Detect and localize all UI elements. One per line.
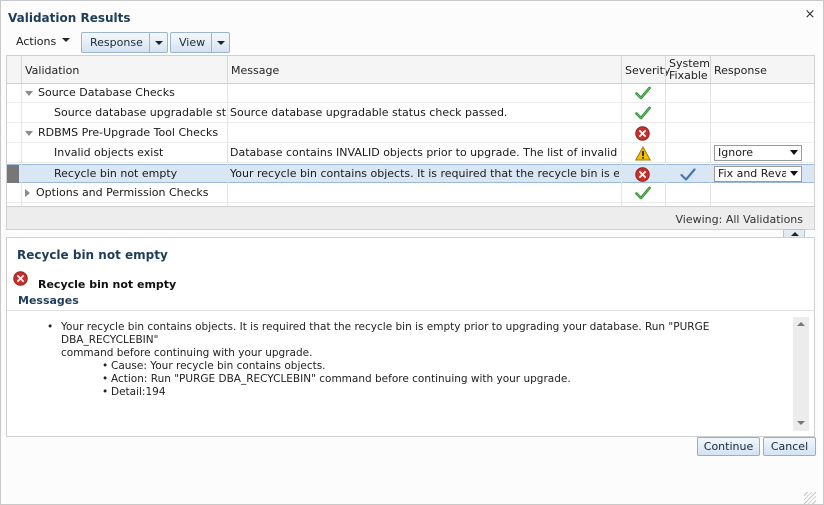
fixable-check-icon [680, 168, 696, 184]
details-title: Recycle bin not empty [17, 248, 168, 262]
message-detail: Detail:194 [102, 386, 767, 399]
message-sub-list: Cause: Your recycle bin contains objects… [102, 360, 767, 399]
response-button[interactable]: Response [81, 32, 150, 53]
toolbar: Actions Response View [6, 31, 815, 54]
cell-validation: Source Database Checks [25, 84, 225, 103]
check-icon [635, 186, 651, 203]
validation-text: Invalid objects exist [54, 146, 164, 159]
cell-validation: RDBMS Pre-Upgrade Tool Checks [25, 124, 225, 143]
details-subtitle: Recycle bin not empty [38, 278, 177, 291]
response-select-value: Ignore [718, 146, 753, 159]
message-line-2: command before continuing with your upgr… [61, 347, 313, 359]
row-selected-marker [7, 165, 19, 183]
chevron-down-icon [790, 150, 798, 155]
table-header: Validation Message Severity System Fixab… [7, 56, 814, 84]
check-icon [635, 86, 651, 103]
view-button[interactable]: View [170, 32, 212, 53]
actions-menu[interactable]: Actions [10, 32, 76, 53]
cell-message: Database contains INVALID objects prior … [230, 146, 619, 159]
messages-scrollbar[interactable] [793, 317, 809, 431]
error-icon [635, 126, 650, 144]
validation-text: Source database upgradable status [54, 106, 226, 119]
message-cause: Cause: Your recycle bin contains objects… [102, 360, 767, 373]
validation-text: Options and Permission Checks [36, 186, 209, 199]
validation-results-dialog: Validation Results × Actions Response Vi… [0, 0, 824, 505]
check-icon [635, 106, 651, 123]
validation-text: Recycle bin not empty [54, 167, 178, 180]
header-system-fixable[interactable]: System Fixable [665, 56, 710, 84]
validation-table: Validation Message Severity System Fixab… [6, 55, 815, 230]
close-icon[interactable]: × [804, 8, 816, 21]
table-row[interactable]: Source database upgradable status Source … [7, 104, 814, 123]
messages-label: Messages [18, 294, 79, 307]
header-system-fixable-line2: Fixable [669, 69, 708, 82]
table-body: Source Database Checks Source database up… [7, 84, 814, 229]
header-spacer [7, 56, 21, 84]
viewing-bar: Viewing: All Validations [7, 206, 814, 229]
header-message[interactable]: Message [227, 56, 621, 84]
header-response[interactable]: Response [710, 56, 814, 84]
view-dropdown-icon[interactable] [212, 32, 230, 53]
dialog-title: Validation Results [8, 11, 131, 25]
validation-text: RDBMS Pre-Upgrade Tool Checks [38, 126, 219, 139]
cell-validation: Source database upgradable status [54, 104, 226, 123]
chevron-down-icon [790, 171, 798, 176]
expanded-triangle-icon[interactable] [25, 90, 33, 96]
header-validation[interactable]: Validation [21, 56, 227, 84]
details-panel: Recycle bin not empty Recycle bin not em… [6, 237, 815, 437]
expanded-triangle-icon[interactable] [25, 130, 33, 136]
list-item: Your recycle bin contains objects. It is… [47, 321, 767, 360]
validation-text: Source Database Checks [38, 86, 175, 99]
table-row[interactable]: Options and Permission Checks [7, 184, 814, 203]
header-severity[interactable]: Severity [621, 56, 670, 84]
cancel-button[interactable]: Cancel [763, 437, 816, 456]
response-dropdown-icon[interactable] [150, 32, 168, 53]
table-row[interactable]: Invalid objects exist Database contains I… [7, 144, 814, 163]
message-line-1: Your recycle bin contains objects. It is… [61, 321, 710, 346]
table-row[interactable]: Source Database Checks [7, 84, 814, 103]
cell-message [230, 124, 619, 143]
cell-validation: Invalid objects exist [54, 144, 226, 163]
cell-message: Your recycle bin contains objects. It is… [230, 167, 619, 180]
cell-validation: Options and Permission Checks [25, 184, 225, 203]
cell-validation: Recycle bin not empty [54, 165, 226, 184]
error-icon [13, 271, 28, 286]
collapsed-triangle-icon[interactable] [25, 189, 30, 197]
messages-area: Your recycle bin contains objects. It is… [7, 311, 814, 436]
actions-label: Actions [16, 35, 57, 48]
message-list: Your recycle bin contains objects. It is… [47, 321, 767, 399]
cell-message [230, 184, 619, 203]
table-row[interactable]: Recycle bin not empty Your recycle bin co… [7, 164, 814, 183]
cell-message: Source database upgradable status check … [230, 106, 508, 119]
response-select[interactable]: Fix and Revalidate [714, 166, 802, 182]
response-select-value: Fix and Revalidate [718, 167, 786, 180]
table-row[interactable]: RDBMS Pre-Upgrade Tool Checks [7, 124, 814, 143]
response-select[interactable]: Ignore [714, 145, 802, 161]
resize-handle[interactable] [804, 492, 816, 504]
continue-button[interactable]: Continue [697, 437, 760, 456]
cell-message [230, 84, 619, 103]
chevron-down-icon [60, 35, 70, 45]
error-icon [635, 167, 650, 185]
message-action: Action: Run "PURGE DBA_RECYCLEBIN" comma… [102, 373, 767, 386]
viewing-label[interactable]: Viewing: All Validations [676, 213, 804, 226]
warning-icon [634, 145, 652, 164]
